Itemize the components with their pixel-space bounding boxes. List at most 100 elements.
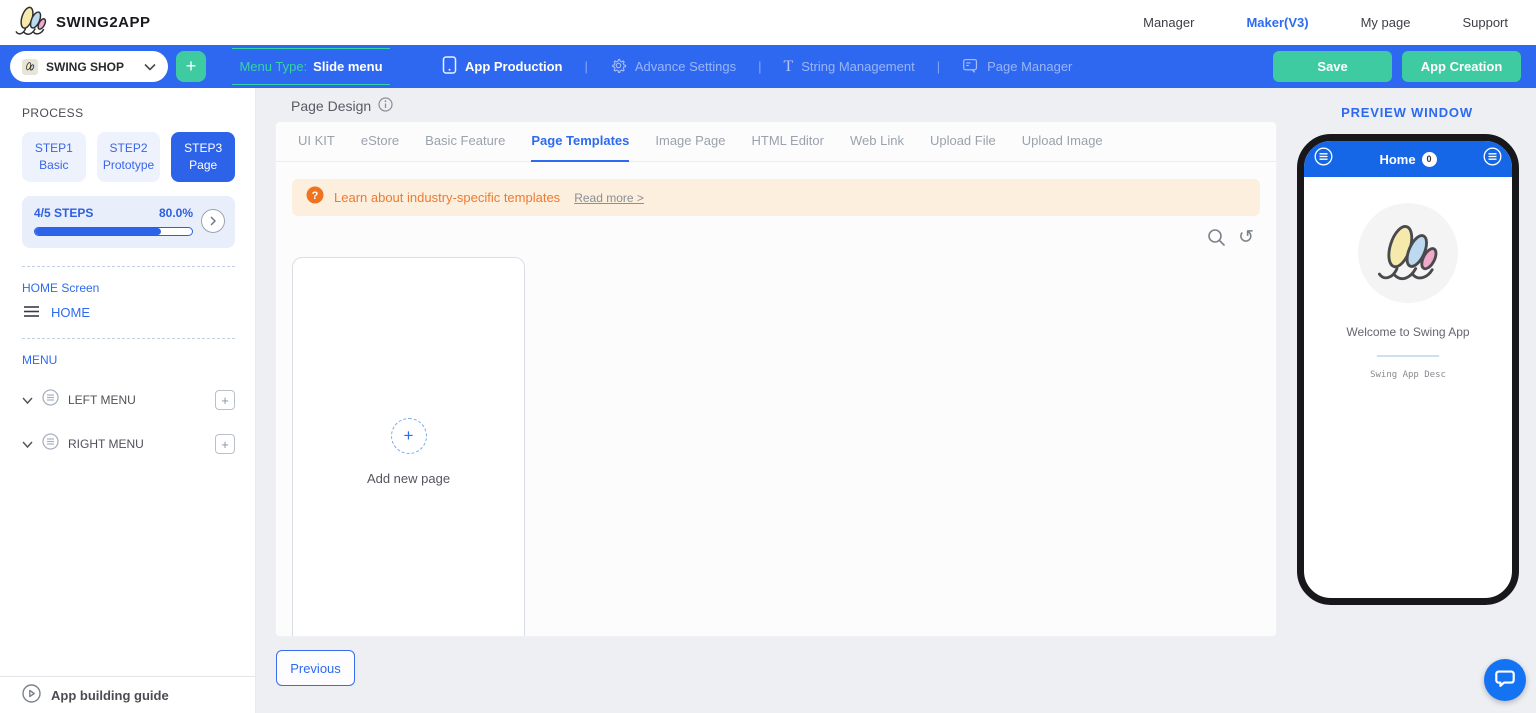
home-label: HOME (51, 305, 90, 320)
toolbar-item-label: App Production (465, 59, 563, 74)
banner-text: Learn about industry-specific templates (334, 190, 561, 205)
toolbar-nav: App Production | Advance Settings | T St… (420, 56, 1094, 77)
progress-bar (34, 227, 193, 236)
sidebar-item-left-menu[interactable]: LEFT MENU + (22, 389, 235, 411)
phone-preview: Home 0 Welcome to Swing App Swing App De… (1297, 134, 1519, 605)
toolbar-item-label: String Management (801, 59, 915, 74)
chat-button[interactable] (1484, 659, 1526, 701)
toolbar-item-app-production[interactable]: App Production (420, 56, 585, 77)
menu-circle-icon-left[interactable] (1314, 147, 1333, 171)
refresh-icon[interactable]: ↺ (1238, 228, 1254, 247)
gear-icon (610, 57, 627, 77)
step1-basic-button[interactable]: STEP1 Basic (22, 132, 86, 182)
step-number: STEP2 (109, 141, 148, 155)
chat-bubble-icon (1494, 667, 1516, 694)
list-circle-icon (42, 433, 59, 455)
read-more-link[interactable]: Read more > (574, 191, 644, 205)
toolbar-item-string-management[interactable]: T String Management (761, 58, 936, 76)
add-right-menu-button[interactable]: + (215, 434, 235, 454)
swing2app-logo-icon (1375, 220, 1441, 287)
search-icon[interactable] (1207, 228, 1226, 247)
page-title: Page Design (291, 97, 393, 115)
add-new-page-label: Add new page (366, 471, 451, 486)
menu-type-value: Slide menu (313, 59, 383, 74)
app-desc-text: Swing App Desc (1370, 370, 1446, 380)
tab-html-editor[interactable]: HTML Editor (752, 122, 824, 162)
menu-label: MENU (22, 353, 58, 367)
progress-steps-label: 4/5 STEPS (34, 206, 94, 220)
app-creation-button[interactable]: App Creation (1402, 51, 1521, 82)
add-new-page-card[interactable]: + Add new page (292, 257, 525, 636)
plus-circle-icon: + (390, 418, 427, 454)
divider (22, 266, 235, 267)
menu-type-selector[interactable]: Menu Type: Slide menu (232, 48, 390, 85)
left-menu-label: LEFT MENU (68, 393, 136, 407)
step3-page-button[interactable]: STEP3 Page (171, 132, 236, 182)
step-name: Page (189, 158, 218, 172)
home-screen-label: HOME Screen (22, 281, 100, 295)
templates-info-banner: ? Learn about industry-specific template… (292, 179, 1260, 216)
app-thumbnail-icon (22, 58, 38, 75)
chevron-down-icon (22, 435, 33, 453)
menu-circle-icon-right[interactable] (1483, 147, 1502, 171)
tab-web-link[interactable]: Web Link (850, 122, 904, 162)
toolbar-item-label: Advance Settings (634, 59, 737, 74)
page-design-tabs: UI KIT eStore Basic Feature Page Templat… (276, 122, 1276, 162)
info-icon[interactable] (378, 97, 393, 115)
notification-badge: 0 (1421, 151, 1437, 167)
brand[interactable]: SWING2APP (14, 4, 151, 41)
add-app-button[interactable]: + (176, 51, 206, 82)
hamburger-icon (24, 305, 39, 320)
toolbar-item-page-manager[interactable]: Page Manager (940, 57, 1094, 77)
app-selector-dropdown[interactable]: SWING SHOP (10, 51, 168, 82)
guide-label: App building guide (51, 687, 169, 703)
step-number: STEP3 (184, 141, 223, 155)
progress-bar-fill (35, 228, 161, 235)
tab-image-page[interactable]: Image Page (655, 122, 725, 162)
tab-upload-file[interactable]: Upload File (930, 122, 996, 162)
progress-expand-button[interactable] (201, 209, 225, 233)
list-circle-icon (42, 389, 59, 411)
svg-text:?: ? (312, 190, 319, 202)
tab-estore[interactable]: eStore (361, 122, 399, 162)
sidebar-item-home[interactable]: HOME (24, 305, 235, 320)
save-button[interactable]: Save (1273, 51, 1392, 82)
page-design-panel: UI KIT eStore Basic Feature Page Templat… (276, 122, 1276, 636)
right-menu-label: RIGHT MENU (68, 437, 144, 451)
sidebar-item-right-menu[interactable]: RIGHT MENU + (22, 433, 235, 455)
progress-percent: 80.0% (158, 206, 193, 220)
phone-icon (442, 56, 457, 77)
step-name: Basic (39, 158, 69, 172)
top-header: SWING2APP Manager Maker(V3) My page Supp… (0, 0, 1536, 45)
tab-upload-image[interactable]: Upload Image (1022, 122, 1103, 162)
divider (1377, 355, 1439, 357)
welcome-text: Welcome to Swing App (1346, 325, 1470, 339)
brand-name: SWING2APP (56, 14, 151, 31)
step2-prototype-button[interactable]: STEP2 Prototype (96, 132, 161, 182)
nav-my-page[interactable]: My page (1361, 15, 1411, 30)
previous-button[interactable]: Previous (276, 650, 355, 686)
text-icon: T (783, 57, 794, 75)
step-name: Prototype (102, 158, 155, 172)
toolbar-item-label: Page Manager (987, 59, 1073, 74)
progress-card: 4/5 STEPS 80.0% (22, 196, 235, 248)
nav-manager[interactable]: Manager (1143, 15, 1194, 30)
chevron-down-icon (22, 391, 33, 409)
question-circle-icon: ? (306, 186, 324, 209)
nav-support[interactable]: Support (1462, 15, 1508, 30)
tab-ui-kit[interactable]: UI KIT (298, 122, 335, 162)
add-left-menu-button[interactable]: + (215, 390, 235, 410)
tab-page-templates[interactable]: Page Templates (531, 122, 630, 162)
nav-maker[interactable]: Maker(V3) (1246, 15, 1308, 30)
left-sidebar: PROCESS STEP1 Basic STEP2 Prototype STEP… (0, 88, 256, 713)
phone-page-title: Home (1379, 151, 1416, 167)
app-building-guide-button[interactable]: App building guide (0, 676, 255, 713)
app-logo-circle (1358, 203, 1458, 303)
menu-type-label: Menu Type: (239, 59, 308, 74)
chevron-down-icon (144, 58, 156, 76)
toolbar-item-advance-settings[interactable]: Advance Settings (588, 57, 758, 77)
preview-window-title: PREVIEW WINDOW (1341, 105, 1473, 120)
tab-basic-feature[interactable]: Basic Feature (425, 122, 505, 162)
process-steps: STEP1 Basic STEP2 Prototype STEP3 Page (22, 132, 236, 182)
phone-header-bar: Home 0 (1304, 141, 1512, 177)
